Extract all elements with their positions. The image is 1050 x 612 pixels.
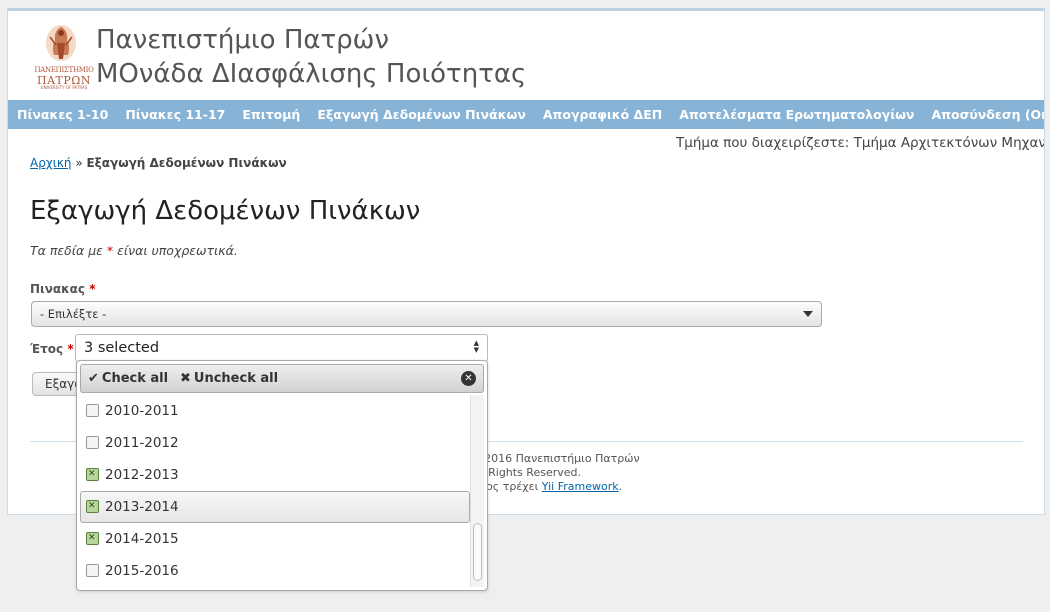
menu-item-tables-1-10[interactable]: Πίνακες 1-10 [8, 100, 117, 129]
breadcrumb: Αρχική » Εξαγωγή Δεδομένων Πινάκων [30, 156, 287, 170]
year-label-text: Έτος [30, 342, 64, 356]
check-icon: ✔ [88, 371, 99, 386]
footer-powered-suffix: . [618, 480, 623, 493]
option-2011-2012[interactable]: 2011-2012 [80, 427, 470, 459]
check-all-label: Check all [101, 371, 169, 386]
multiselect-options: 2010-2011 2011-2012 2012-2013 2013-2014 … [80, 395, 470, 587]
year-multiselect-value: 3 selected [84, 340, 160, 356]
site-title-line2: ΜΟνάδα ΔΙασφάλισης Ποιότητας [96, 59, 527, 89]
top-strip [0, 0, 1050, 8]
site-title: Πανεπιστήμιο Πατρών ΜΟνάδα ΔΙασφάλισης Π… [96, 23, 526, 91]
breadcrumb-home-link[interactable]: Αρχική [30, 156, 72, 170]
option-checkbox[interactable] [86, 500, 99, 513]
table-required-star: * [89, 282, 96, 296]
required-fields-note: Τα πεδία με * είναι υποχρεωτικά. [30, 243, 238, 258]
option-label: 2014-2015 [105, 531, 179, 547]
table-select-value: - Επιλέξτε - [40, 307, 107, 321]
logo-text-sub: UNIVERSITY OF PATRAS [40, 85, 88, 90]
table-select[interactable]: - Επιλέξτε - [31, 301, 822, 327]
option-checkbox[interactable] [86, 468, 99, 481]
required-note-after: είναι υποχρεωτικά. [113, 243, 238, 258]
yii-framework-link[interactable]: Yii Framework [542, 480, 619, 493]
option-2015-2016[interactable]: 2015-2016 [80, 555, 470, 587]
option-checkbox[interactable] [86, 436, 99, 449]
university-logo[interactable]: ΠΑΝΕΠΙΣΤΗΜΙΟ ΠΑΤΡΩΝ UNIVERSITY OF PATRAS [32, 23, 96, 90]
year-required-star: * [67, 342, 74, 356]
site-title-line1: Πανεπιστήμιο Πατρών [96, 25, 389, 55]
main-menu: Πίνακες 1-10 Πίνακες 11-17 Επιτομή Εξαγω… [8, 100, 1044, 129]
breadcrumb-separator: » [71, 156, 87, 170]
menu-item-tables-11-17[interactable]: Πίνακες 11-17 [117, 100, 234, 129]
year-label: Έτος * [30, 342, 74, 356]
menu-item-summary[interactable]: Επιτομή [234, 100, 309, 129]
menu-item-export-table-data[interactable]: Εξαγωγή Δεδομένων Πινάκων [309, 100, 535, 129]
table-label: Πινακας * [30, 282, 96, 296]
page-title: Εξαγωγή Δεδομένων Πινάκων [30, 196, 421, 226]
option-checkbox[interactable] [86, 532, 99, 545]
option-label: 2010-2011 [105, 403, 179, 419]
option-label: 2015-2016 [105, 563, 179, 579]
scrollbar-thumb[interactable] [473, 523, 482, 581]
table-label-text: Πινακας [30, 282, 86, 296]
close-circle-icon[interactable]: ✕ [461, 371, 476, 386]
menu-item-faculty-census[interactable]: Απογραφικό ΔΕΠ [534, 100, 670, 129]
updown-caret-icon: ▲ ▼ [473, 339, 479, 354]
check-all-button[interactable]: ✔ Check all [88, 371, 168, 387]
uncheck-all-button[interactable]: ✖ Uncheck all [180, 371, 278, 387]
year-multiselect-button[interactable]: 3 selected ▲ ▼ [75, 334, 488, 362]
breadcrumb-current: Εξαγωγή Δεδομένων Πινάκων [86, 156, 287, 170]
menu-item-questionnaire-results[interactable]: Αποτελέσματα Ερωτηματολογίων [671, 100, 923, 129]
managed-department: Τμήμα που διαχειρίζεστε: Τμήμα Αρχιτεκτό… [676, 135, 1045, 151]
option-checkbox[interactable] [86, 564, 99, 577]
option-2012-2013[interactable]: 2012-2013 [80, 459, 470, 491]
uncheck-all-label: Uncheck all [193, 371, 279, 386]
year-multiselect-menu: ✔ Check all ✖ Uncheck all ✕ 2010-2011 2011… [76, 360, 488, 591]
caret-down-icon [803, 311, 813, 317]
option-label: 2011-2012 [105, 435, 179, 451]
option-2013-2014[interactable]: 2013-2014 [80, 491, 470, 523]
options-scrollbar[interactable] [470, 395, 484, 587]
required-note-before: Τα πεδία με [30, 243, 107, 258]
menu-item-logout[interactable]: Αποσύνδεση (Omea Modip) [923, 100, 1044, 129]
x-icon: ✖ [180, 371, 191, 386]
option-checkbox[interactable] [86, 404, 99, 417]
option-label: 2013-2014 [105, 499, 179, 515]
multiselect-header: ✔ Check all ✖ Uncheck all ✕ [80, 364, 484, 393]
option-label: 2012-2013 [105, 467, 179, 483]
option-2014-2015[interactable]: 2014-2015 [80, 523, 470, 555]
logo-text-top: ΠΑΝΕΠΙΣΤΗΜΙΟ [34, 66, 94, 74]
university-emblem-icon [46, 25, 76, 61]
option-2010-2011[interactable]: 2010-2011 [80, 395, 470, 427]
